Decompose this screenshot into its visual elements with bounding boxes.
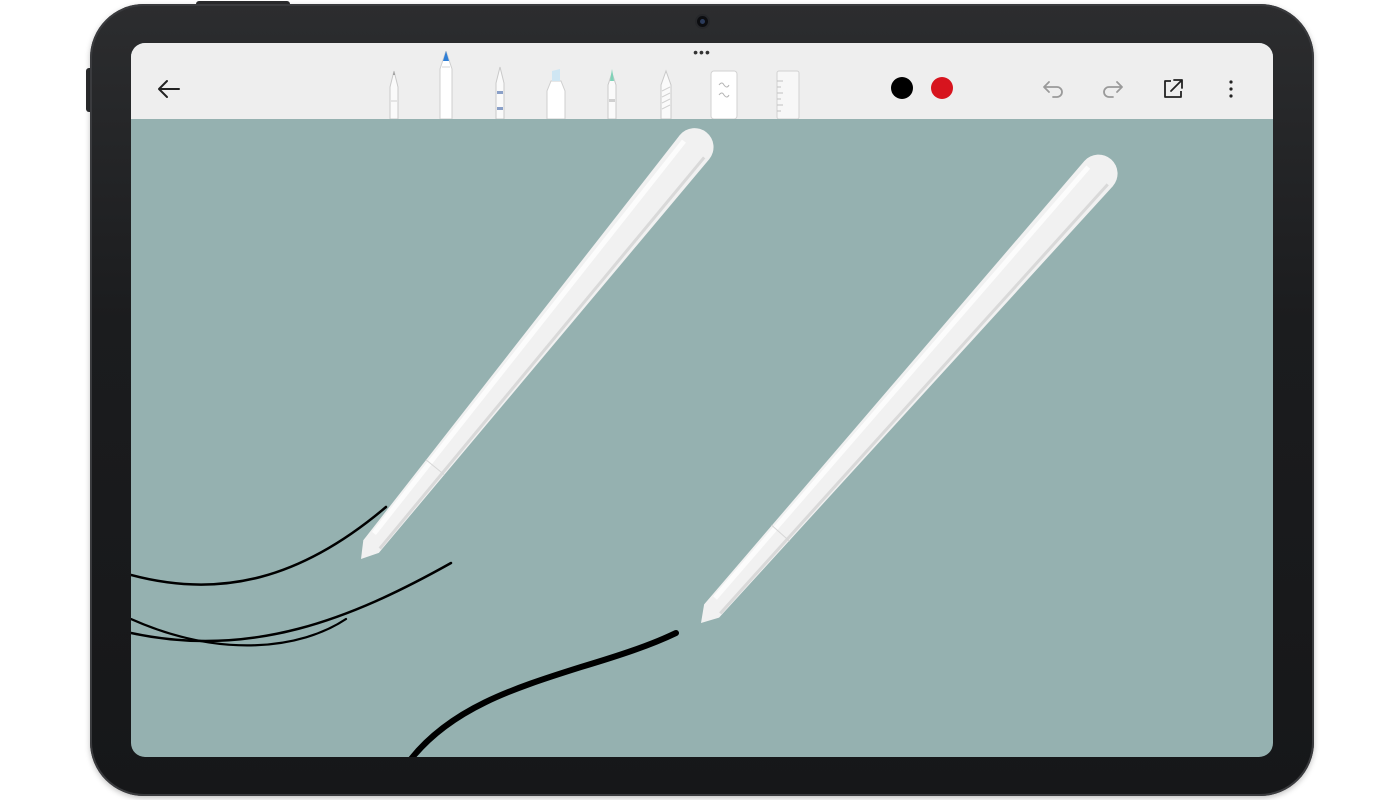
arrow-left-icon [158,80,180,98]
ruler-tool-icon [776,70,800,120]
front-camera [697,16,708,27]
share-button[interactable] [1159,75,1187,103]
stylus-pen [361,128,714,559]
ink-strokes [131,505,679,757]
ballpoint-pen-tool[interactable] [487,51,513,120]
color-swatch-black[interactable] [891,77,913,99]
brush-tool-icon [607,69,617,120]
crayon-tool[interactable] [653,51,679,120]
redo-button[interactable] [1099,75,1127,103]
eraser-tool[interactable] [707,51,741,120]
eraser-tool-icon [710,70,738,120]
more-button[interactable] [1217,75,1245,103]
fountain-pen-tool-icon [439,49,453,120]
undo-button[interactable] [1039,75,1067,103]
redo-icon [1103,81,1123,98]
highlighter-tool-icon [546,69,566,120]
drawing-canvas[interactable] [131,119,1273,757]
highlighter-tool[interactable] [543,51,569,120]
ruler-tool[interactable] [771,51,805,120]
undo-icon [1043,81,1063,98]
crayon-tool-icon [660,69,672,120]
pencil-tool[interactable] [381,51,407,120]
color-swatch-red[interactable] [931,77,953,99]
more-vertical-icon [1229,80,1233,98]
back-button[interactable] [153,73,185,105]
stylus-pen [701,154,1118,623]
share-icon [1164,79,1183,98]
brush-tool[interactable] [599,51,625,120]
drawing-toolbar: ••• [131,43,1273,120]
fountain-pen-tool[interactable] [433,49,459,120]
ballpoint-pen-tool-icon [495,66,505,120]
pencil-tool-icon [389,70,399,120]
screen: ••• [131,43,1273,757]
